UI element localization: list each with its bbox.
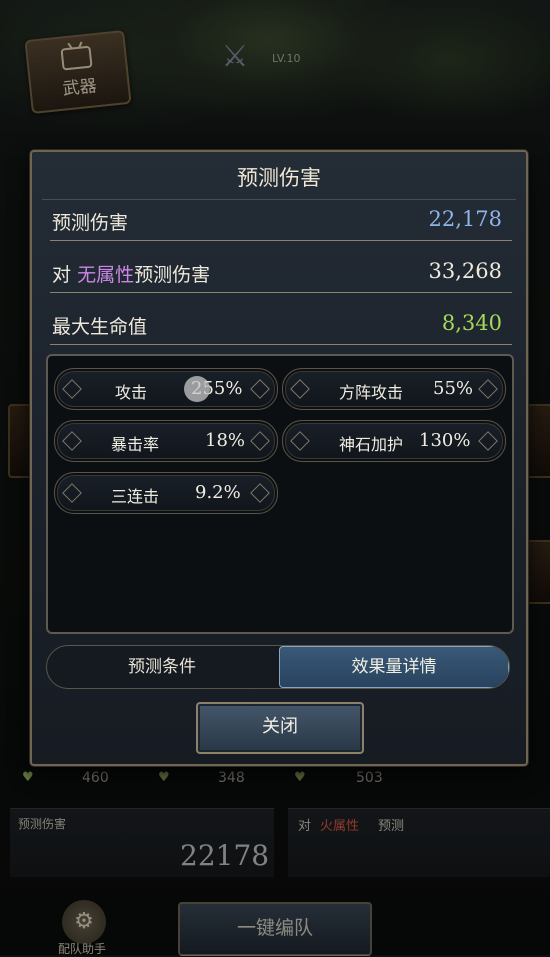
- effect-value: 130%: [419, 430, 471, 451]
- predicted-damage-dialog: 预测伤害 预测伤害 22,178 对 无属性预测伤害 33,268 最大生命值 …: [30, 150, 528, 766]
- diamond-ornament-icon: [250, 483, 270, 503]
- stat-label-suffix: 预测伤害: [134, 264, 211, 286]
- tab-prediction-conditions[interactable]: 预测条件: [47, 646, 277, 688]
- diamond-ornament-icon: [290, 431, 310, 451]
- stat-value: 22,178: [428, 207, 502, 231]
- title-divider: [42, 199, 516, 200]
- close-button[interactable]: 关闭: [196, 702, 364, 754]
- effect-label: 神石加护: [339, 435, 404, 454]
- effect-divine-stone-blessing: 神石加护 130%: [282, 420, 506, 462]
- effect-value: 9.2%: [195, 482, 241, 503]
- dialog-tab-bar: 预测条件 效果量详情: [46, 645, 510, 689]
- stat-row-max-hp: 最大生命值 8,340: [50, 306, 512, 345]
- stat-label-prefix: 对: [52, 264, 72, 286]
- stat-value: 8,340: [441, 311, 502, 335]
- tab-effect-details[interactable]: 效果量详情: [279, 646, 509, 688]
- effect-crit-rate: 暴击率 18%: [54, 420, 278, 462]
- stat-label: 对 无属性预测伤害: [52, 260, 210, 287]
- diamond-ornament-icon: [62, 431, 82, 451]
- effect-label: 三连击: [111, 487, 160, 506]
- effect-triple-attack: 三连击 9.2%: [54, 472, 278, 514]
- stat-label: 最大生命值: [52, 316, 148, 338]
- effect-attack: 攻击 255%: [54, 368, 278, 410]
- effect-value: 18%: [205, 430, 246, 451]
- diamond-ornament-icon: [250, 431, 270, 451]
- diamond-ornament-icon: [478, 431, 498, 451]
- stat-label: 预测伤害: [52, 212, 129, 234]
- diamond-ornament-icon: [62, 379, 82, 399]
- stat-label-attribute: 无属性: [77, 264, 135, 286]
- effect-formation-attack: 方阵攻击 55%: [282, 368, 506, 410]
- touch-indicator: [184, 376, 210, 402]
- effect-label: 暴击率: [111, 435, 160, 454]
- diamond-ornament-icon: [290, 379, 310, 399]
- effect-value: 55%: [433, 378, 474, 399]
- effects-panel: 攻击 255% 方阵攻击 55% 暴击率 18% 神石加护 130% 三连击 9…: [46, 354, 514, 634]
- dialog-title: 预测伤害: [237, 166, 321, 190]
- stat-value: 33,268: [428, 259, 502, 283]
- stat-row-predicted-damage: 预测伤害 22,178: [50, 202, 512, 241]
- effect-label: 方阵攻击: [339, 383, 404, 402]
- diamond-ornament-icon: [62, 483, 82, 503]
- diamond-ornament-icon: [478, 379, 498, 399]
- stat-row-neutral-damage: 对 无属性预测伤害 33,268: [50, 254, 512, 293]
- diamond-ornament-icon: [250, 379, 270, 399]
- effect-label: 攻击: [115, 383, 148, 402]
